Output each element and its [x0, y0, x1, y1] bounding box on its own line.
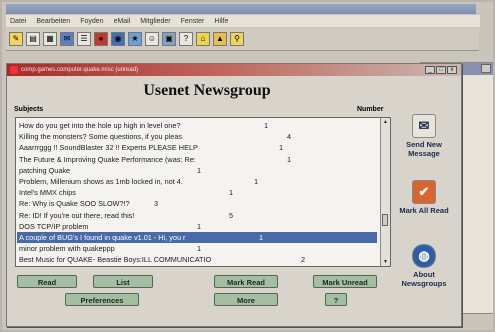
thread-row[interactable]: Problem, Millenium shows as 1mb locked i…	[19, 176, 258, 187]
thread-row[interactable]: Best Music for QUAKE- Beastie Boys:ILL C…	[19, 254, 305, 265]
print-icon[interactable]: ▦	[43, 32, 57, 46]
toolbar: ✎ ▤ ▦ ✉ ☰ ● ◉ ★ ☺ ▣ ? ⌂ ▲ ⚲	[6, 28, 479, 51]
thread-row[interactable]: A couple of BUG's I found in quake v1.01…	[17, 232, 377, 243]
more-button[interactable]: More	[214, 293, 278, 306]
thread-subject: Aaarrrggg !! SoundBlaster 32 !! Experts …	[19, 143, 198, 153]
thread-subject: How do you get into the hole up high in …	[19, 121, 181, 130]
thread-count: 1	[197, 221, 202, 231]
thread-list[interactable]: Best Music for QUAKE- Beastie Boys:ILL C…	[15, 117, 391, 267]
home-icon[interactable]: ⌂	[196, 32, 210, 46]
send-new-message-label: Send New Message	[406, 140, 442, 158]
thread-row[interactable]: Aaarrrggg !! SoundBlaster 32 !! Experts …	[19, 142, 283, 153]
search-icon[interactable]: ⚲	[230, 32, 244, 46]
send-new-message-action[interactable]: ✉ Send New Message	[393, 114, 455, 158]
about-newsgroups-label: About Newsgroups	[401, 270, 447, 288]
thread-row[interactable]: Re: ID! If you're out there, read this! 5	[19, 210, 233, 221]
newsgroup-window: comp.games.computer.quake.misc (unread) …	[6, 63, 462, 327]
calendar-icon[interactable]: ▣	[162, 32, 176, 46]
thread-row[interactable]: The Future & Improving Quake Performance…	[19, 154, 291, 165]
help-button[interactable]: ?	[325, 293, 347, 306]
thread-count: 1	[229, 188, 234, 198]
window-app-icon	[10, 66, 18, 74]
mark-read-button[interactable]: Mark Read	[214, 275, 278, 288]
about-newsgroups-action[interactable]: ◍ About Newsgroups	[393, 244, 455, 288]
favorites-icon[interactable]: ★	[128, 32, 142, 46]
mark-all-read-action[interactable]: ✔ Mark All Read	[393, 180, 455, 215]
scroll-thumb[interactable]	[382, 214, 388, 226]
menu-item-bearbeiten[interactable]: Bearbeiten	[36, 18, 70, 25]
new-icon[interactable]: ✎	[9, 32, 23, 46]
mark-unread-button[interactable]: Mark Unread	[313, 275, 377, 288]
send-message-icon: ✉	[412, 114, 436, 138]
menu-item-foyden[interactable]: Foyden	[80, 18, 103, 25]
thread-count: 4	[287, 132, 292, 142]
menu-item-datei[interactable]: Datei	[10, 18, 26, 25]
thread-count: 5	[229, 210, 234, 220]
menu-item-email[interactable]: eMail	[114, 18, 131, 25]
menu-item-mitglieder[interactable]: Mitglieder	[140, 18, 170, 25]
thread-subject: patching Quake	[19, 165, 71, 175]
thread-count: 1	[197, 165, 202, 175]
subjects-column-header: Subjects	[14, 106, 44, 113]
thread-count: 3	[154, 199, 159, 209]
thread-list-scrollbar[interactable]: ▲ ▼	[380, 118, 390, 266]
background-window-close-button[interactable]	[481, 64, 491, 73]
maximize-button[interactable]: □	[436, 66, 446, 74]
web-icon[interactable]: ◉	[111, 32, 125, 46]
thread-subject: A couple of BUG's I found in quake v1.01…	[19, 233, 186, 242]
thread-subject: minor problem with quakeppp	[19, 244, 115, 254]
thread-subject: Best Music for QUAKE- Beastie Boys:ILL C…	[19, 255, 212, 265]
close-button[interactable]: x	[447, 66, 457, 74]
menu-item-hilfe[interactable]: Hilfe	[214, 18, 228, 25]
help-icon[interactable]: ?	[179, 32, 193, 46]
chat-icon[interactable]: ●	[94, 32, 108, 46]
read-button[interactable]: Read	[17, 275, 77, 288]
thread-subject: Intel's MMX chips	[19, 188, 76, 198]
globe-icon: ◍	[412, 244, 436, 268]
thread-subject: DOS TCP/IP problem	[19, 221, 89, 231]
news-icon[interactable]: ☰	[77, 32, 91, 46]
number-column-header: Number	[357, 106, 384, 113]
scroll-up-icon[interactable]: ▲	[381, 118, 390, 126]
thread-row[interactable]: patching Quake 1	[19, 165, 201, 176]
thread-row[interactable]: DOS TCP/IP problem 1	[19, 221, 201, 232]
thread-subject: Re: ID! If you're out there, read this!	[19, 210, 135, 220]
thread-count: 1	[254, 177, 259, 186]
thread-row[interactable]: Killing the monsters? Some questions, if…	[19, 131, 291, 142]
preferences-button[interactable]: Preferences	[65, 293, 139, 306]
mark-all-read-label: Mark All Read	[399, 206, 449, 215]
thread-count: 1	[197, 244, 202, 254]
page-title: Usenet Newsgroup	[143, 82, 271, 99]
outer-title-bar	[6, 4, 476, 14]
gallery-icon[interactable]: ▲	[213, 32, 227, 46]
scroll-down-icon[interactable]: ▼	[381, 258, 390, 266]
mail-icon[interactable]: ✉	[60, 32, 74, 46]
thread-row[interactable]: minor problem with quakeppp 1	[19, 243, 201, 254]
thread-count: 1	[287, 154, 292, 164]
thread-row[interactable]: Re: Why is Quake SOO SLOW?!? 3	[19, 198, 158, 209]
people-icon[interactable]: ☺	[145, 32, 159, 46]
thread-row[interactable]: Intel's MMX chips 1	[19, 187, 233, 198]
thread-subject: Re: Why is Quake SOO SLOW?!?	[19, 199, 130, 209]
thread-subject: Killing the monsters? Some questions, if…	[19, 132, 183, 142]
thread-count: 1	[259, 233, 264, 242]
thread-subject: The Future & Improving Quake Performance…	[19, 154, 196, 164]
mark-all-read-icon: ✔	[412, 180, 436, 204]
menu-bar: Datei Bearbeiten Foyden eMail Mitglieder…	[6, 15, 480, 27]
thread-subject: Problem, Millenium shows as 1mb locked i…	[19, 177, 183, 186]
open-icon[interactable]: ▤	[26, 32, 40, 46]
thread-count: 1	[264, 121, 269, 130]
menu-item-fenster[interactable]: Fenster	[181, 18, 205, 25]
minimize-button[interactable]: _	[425, 66, 435, 74]
thread-row[interactable]: How do you get into the hole up high in …	[19, 120, 268, 131]
thread-count: 1	[279, 143, 284, 153]
window-title: comp.games.computer.quake.misc (unread)	[7, 64, 461, 76]
thread-count: 2	[301, 255, 306, 265]
list-button[interactable]: List	[93, 275, 153, 288]
